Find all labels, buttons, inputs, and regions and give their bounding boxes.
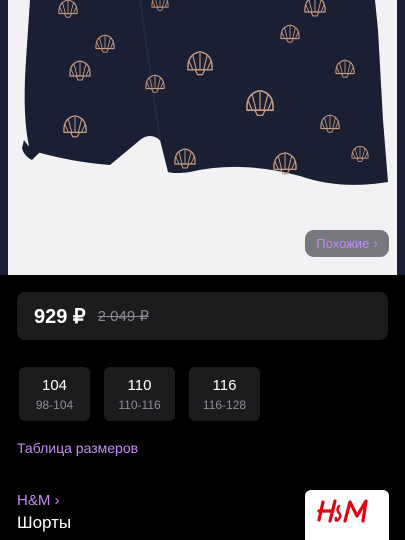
size-value: 116 (212, 376, 237, 394)
hm-logo-mark (317, 499, 368, 523)
similar-items-label: Похожие (316, 236, 370, 251)
chevron-right-icon: › (373, 236, 378, 251)
size-range: 98-104 (35, 397, 74, 412)
brand-name: H&M (17, 492, 51, 509)
size-chart-link[interactable]: Таблица размеров (17, 440, 138, 456)
product-title: Шорты (17, 513, 72, 532)
size-selector: 104 98-104 110 110-116 116 116-128 (19, 367, 260, 421)
size-value: 110 (127, 376, 152, 394)
size-option-110[interactable]: 110 110-116 (104, 367, 175, 421)
old-price: 2 049 ₽ (97, 308, 149, 325)
brand-link[interactable]: H&M › (17, 492, 60, 509)
size-value: 104 (41, 376, 68, 394)
size-range: 110-116 (118, 397, 161, 412)
current-price: 929 ₽ (34, 305, 86, 328)
size-range: 116-128 (202, 397, 247, 412)
size-option-104[interactable]: 104 98-104 (19, 367, 90, 421)
chevron-right-icon: › (54, 492, 60, 509)
similar-items-button[interactable]: Похожие › (305, 230, 389, 257)
product-photo[interactable]: Похожие › (0, 0, 405, 275)
price-card: 929 ₽ 2 049 ₽ (17, 292, 388, 340)
size-option-116[interactable]: 116 116-128 (189, 367, 260, 421)
hm-logo-icon[interactable] (305, 490, 389, 540)
